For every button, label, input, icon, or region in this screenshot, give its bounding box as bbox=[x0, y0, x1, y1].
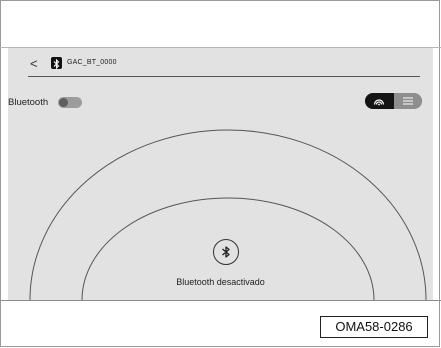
bluetooth-center-icon[interactable] bbox=[213, 239, 239, 265]
figure-code: OMA58-0286 bbox=[320, 316, 428, 338]
bottom-divider bbox=[0, 300, 441, 301]
bluetooth-screen: < GAC_BT_0000 Bluetooth Bluetooth desact… bbox=[8, 48, 433, 300]
bluetooth-status: Bluetooth desactivado bbox=[176, 277, 265, 287]
